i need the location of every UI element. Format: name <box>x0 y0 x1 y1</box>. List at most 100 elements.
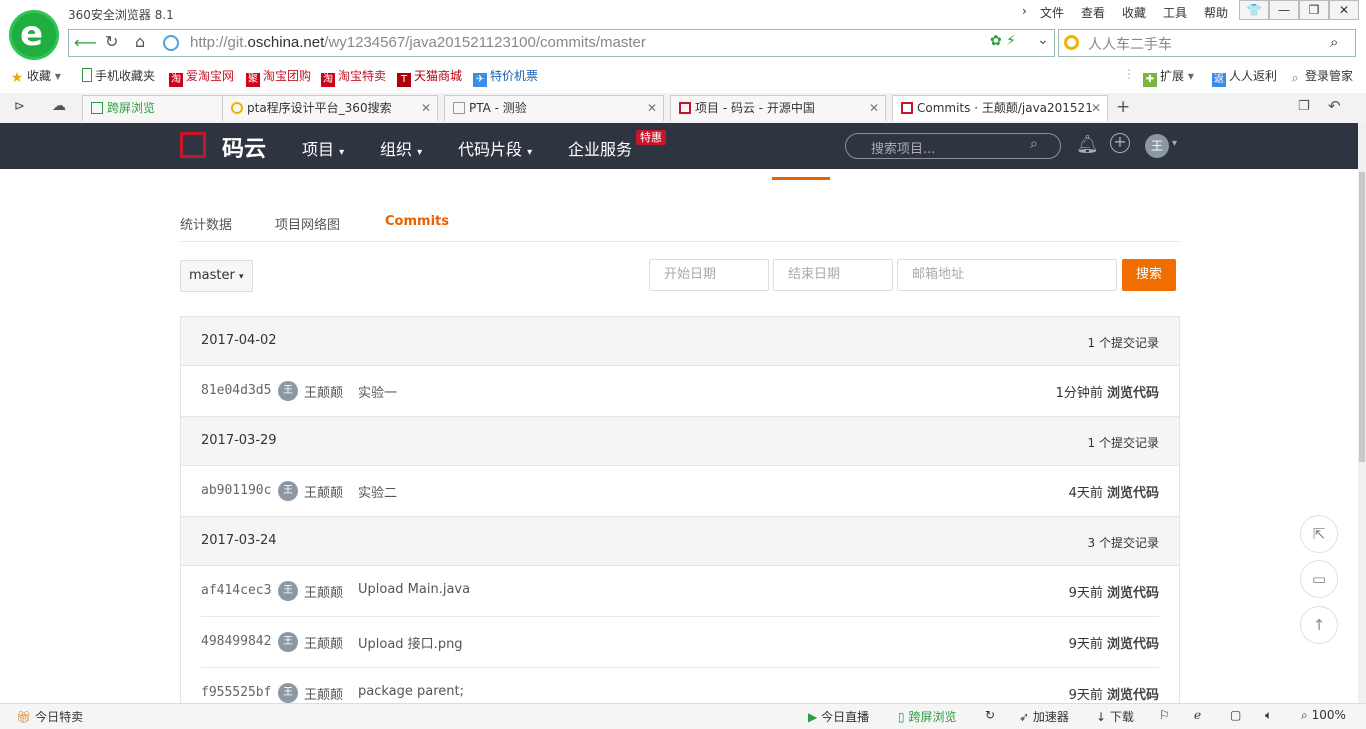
live-today[interactable]: ▶ 今日直播 <box>808 708 869 725</box>
scrollbar-thumb[interactable] <box>1359 172 1365 462</box>
menu-help[interactable]: 帮助 <box>1204 4 1228 21</box>
fav-aitaobao[interactable]: 淘爱淘宝网 <box>169 67 234 87</box>
skin-button[interactable]: 👕 <box>1239 0 1269 20</box>
browser-search-input[interactable]: 人人车二手车 <box>1088 34 1172 54</box>
commit-sha[interactable]: 498499842 <box>201 634 271 649</box>
fav-temai[interactable]: 淘淘宝特卖 <box>321 67 386 87</box>
browse-code-link[interactable]: 浏览代码 <box>1107 637 1159 652</box>
fav-tuangou[interactable]: 聚淘宝团购 <box>246 67 311 87</box>
commit-author[interactable]: 王颠颠 <box>304 684 343 703</box>
browse-code-link[interactable]: 浏览代码 <box>1107 386 1159 401</box>
refresh-icon[interactable]: ↻ <box>985 708 995 722</box>
tab-360-search[interactable]: pta程序设计平台_360搜索 ✕ <box>222 95 438 121</box>
author-avatar[interactable]: 王 <box>278 481 298 501</box>
speed-mode-icon[interactable]: ✿ ⚡ <box>990 33 1016 49</box>
cross-screen-status[interactable]: ▯ 跨屏浏览 <box>898 708 956 725</box>
minimize-button[interactable]: — <box>1269 0 1299 20</box>
project-search-input[interactable]: 搜索项目... <box>871 138 935 157</box>
menu-file[interactable]: 文件 <box>1040 4 1064 21</box>
back-arrow-icon[interactable]: ⟵ <box>74 33 97 52</box>
close-window-button[interactable]: ✕ <box>1329 0 1359 20</box>
user-avatar[interactable]: 王 <box>1145 134 1169 158</box>
nav-enterprise[interactable]: 企业服务 <box>568 136 632 160</box>
maximize-button[interactable]: ❐ <box>1299 0 1329 20</box>
back-to-top-icon[interactable]: ↑ <box>1300 606 1338 644</box>
menu-favorites[interactable]: 收藏 <box>1122 4 1146 21</box>
start-date-input[interactable]: 开始日期 <box>649 259 769 291</box>
close-tab-icon[interactable]: ✕ <box>421 96 431 120</box>
zoom-control[interactable]: ⌕ 100% <box>1301 708 1346 723</box>
plus-icon[interactable]: + <box>1110 133 1130 153</box>
browse-code-link[interactable]: 浏览代码 <box>1107 586 1159 601</box>
site-info-icon[interactable] <box>163 35 179 51</box>
sidebar-toggle-icon[interactable]: ⊳ <box>14 99 25 114</box>
gitee-logo-icon[interactable] <box>180 132 206 158</box>
close-tab-icon[interactable]: ✕ <box>1091 96 1101 120</box>
subtab-stats[interactable]: 统计数据 <box>180 214 232 233</box>
fav-mobile[interactable]: 手机收藏夹 <box>82 67 155 84</box>
reload-icon[interactable]: ↻ <box>105 32 118 51</box>
search-icon[interactable]: ⌕ <box>1030 136 1038 152</box>
author-avatar[interactable]: 王 <box>278 683 298 703</box>
search-icon[interactable]: ⌕ <box>1330 33 1338 51</box>
home-icon[interactable]: ⌂ <box>135 32 145 51</box>
fav-extensions[interactable]: ✚ 扩展 ▾ <box>1143 67 1194 87</box>
browse-code-link[interactable]: 浏览代码 <box>1107 688 1159 703</box>
author-avatar[interactable]: 王 <box>278 632 298 652</box>
fav-collect[interactable]: ★ 收藏 ▾ <box>10 67 61 85</box>
fav-login-manager[interactable]: ⌕ 登录管家 <box>1288 67 1353 86</box>
today-deals[interactable]: 🎁︎ 今日特卖 <box>16 708 83 725</box>
subtab-network[interactable]: 项目网络图 <box>275 214 340 233</box>
browse-code-link[interactable]: 浏览代码 <box>1107 486 1159 501</box>
flag-icon[interactable]: ⚐ <box>1159 708 1170 722</box>
window-icon[interactable]: ▢ <box>1230 708 1241 722</box>
commit-author[interactable]: 王颠颠 <box>304 482 343 501</box>
menu-chevron-icon[interactable]: › <box>1022 4 1027 18</box>
share-icon[interactable]: ⇱ <box>1300 515 1338 553</box>
volume-icon[interactable]: 🔈︎ <box>1265 708 1272 723</box>
bell-icon[interactable]: 🔔︎ <box>1076 134 1099 155</box>
tab-cross-screen[interactable]: 跨屏浏览 <box>82 95 232 121</box>
caret-down-icon[interactable]: ▾ <box>1172 138 1177 149</box>
tab-commits[interactable]: Commits · 王颠颠/java201521 ✕ <box>892 95 1108 121</box>
ie-icon[interactable]: ℯ <box>1194 708 1201 722</box>
nav-snippets[interactable]: 代码片段 ▾ <box>458 136 532 160</box>
downloads[interactable]: ↓ 下载 <box>1096 708 1134 725</box>
new-tab-icon[interactable]: + <box>1116 97 1130 117</box>
branch-select[interactable]: master ▾ <box>180 260 253 292</box>
tab-list-icon[interactable]: ❐ <box>1298 99 1310 114</box>
commit-message[interactable]: 实验二 <box>358 482 397 501</box>
tab-pta[interactable]: PTA - 测验 ✕ <box>444 95 664 121</box>
commit-sha[interactable]: af414cec3 <box>201 583 271 598</box>
nav-projects[interactable]: 项目 ▾ <box>302 136 344 160</box>
search-engine-icon[interactable] <box>1064 35 1079 50</box>
end-date-input[interactable]: 结束日期 <box>773 259 893 291</box>
commit-author[interactable]: 王颠颠 <box>304 582 343 601</box>
comment-icon[interactable]: ▭ <box>1300 560 1338 598</box>
fav-tickets[interactable]: ✈ 特价机票 <box>473 67 538 87</box>
cloud-icon[interactable]: ☁ <box>52 98 66 114</box>
commit-author[interactable]: 王颠颠 <box>304 633 343 652</box>
fav-tmall[interactable]: T 天猫商城 <box>397 67 462 87</box>
nav-orgs[interactable]: 组织 ▾ <box>380 136 422 160</box>
commit-author[interactable]: 王颠颠 <box>304 382 343 401</box>
commit-sha[interactable]: ab901190c <box>201 483 271 498</box>
url-text[interactable]: http://git.oschina.net/wy1234567/java201… <box>190 34 646 51</box>
accelerator[interactable]: ➶ 加速器 <box>1019 708 1069 725</box>
address-dropdown-icon[interactable]: ⌄ <box>1037 32 1049 48</box>
commit-message[interactable]: Upload Main.java <box>358 582 470 597</box>
search-button[interactable]: 搜索 <box>1122 259 1176 291</box>
close-tab-icon[interactable]: ✕ <box>869 96 879 120</box>
commit-message[interactable]: Upload 接口.png <box>358 633 463 652</box>
subtab-commits[interactable]: Commits <box>385 214 449 229</box>
site-name[interactable]: 码云 <box>222 131 266 163</box>
author-avatar[interactable]: 王 <box>278 581 298 601</box>
email-input[interactable]: 邮箱地址 <box>897 259 1117 291</box>
undo-close-icon[interactable]: ↶ <box>1328 97 1341 115</box>
close-tab-icon[interactable]: ✕ <box>647 96 657 120</box>
fav-renren[interactable]: 返人人返利 <box>1212 67 1277 87</box>
commit-message[interactable]: package parent; <box>358 684 464 699</box>
menu-tools[interactable]: 工具 <box>1163 4 1187 21</box>
menu-view[interactable]: 查看 <box>1081 4 1105 21</box>
author-avatar[interactable]: 王 <box>278 381 298 401</box>
